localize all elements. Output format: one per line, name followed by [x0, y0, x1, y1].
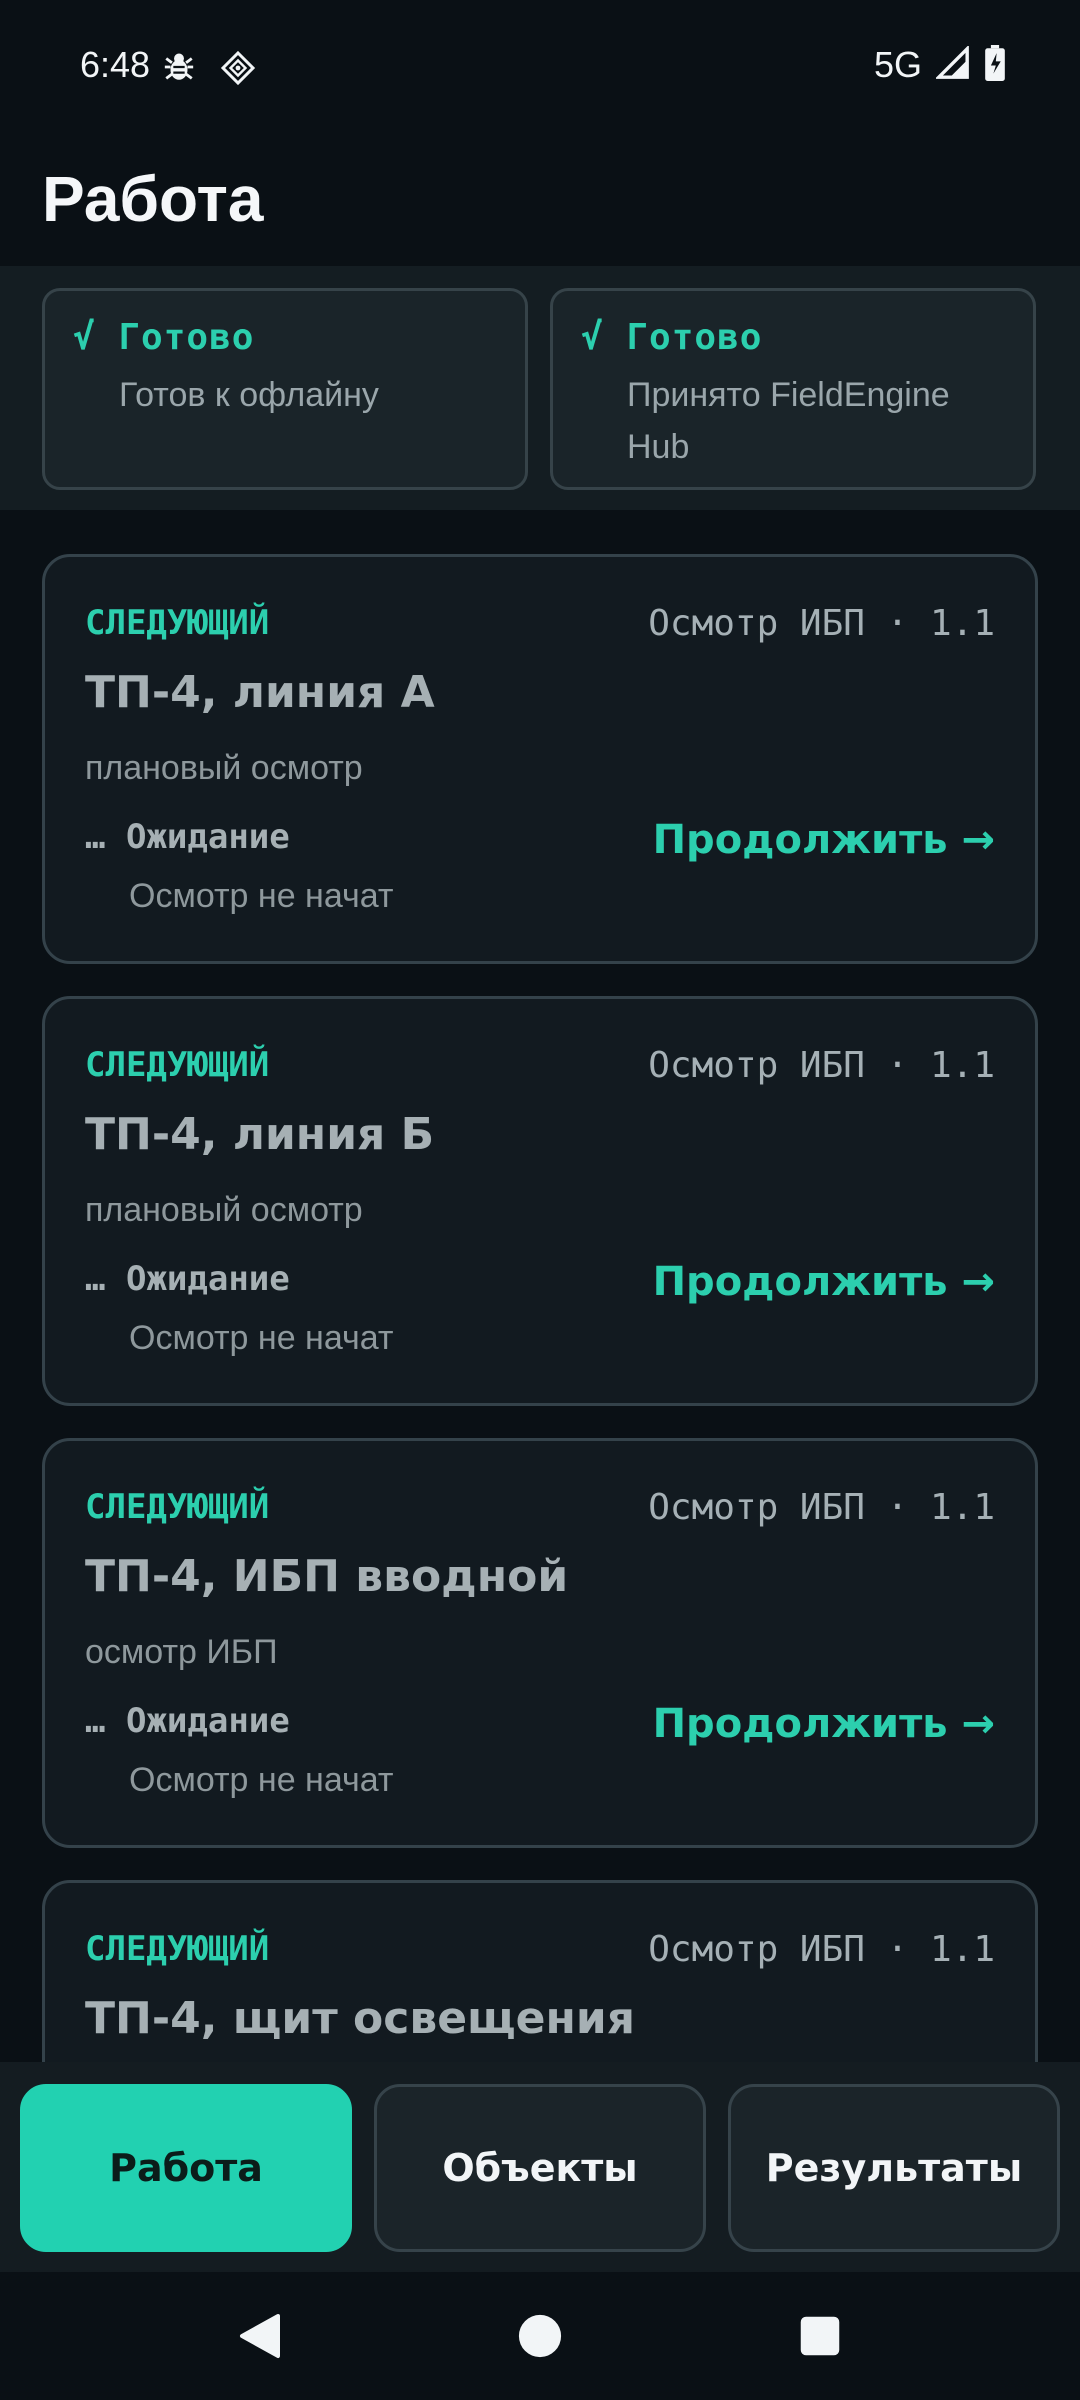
task-card[interactable]: СЛЕДУЮЩИЙ Осмотр ИБП · 1.1 ТП-4, линия А… [42, 554, 1038, 964]
ellipsis-icon: … [85, 1259, 106, 1299]
task-status-text: Осмотр не начат [129, 877, 394, 915]
status-time: 6:48 [80, 44, 151, 85]
task-form: Осмотр ИБП · 1.1 [648, 1487, 995, 1528]
task-form: Осмотр ИБП · 1.1 [648, 1929, 995, 1970]
status-right: 5G [874, 44, 1006, 86]
task-card[interactable]: СЛЕДУЮЩИЙ Осмотр ИБП · 1.1 ТП-4, ИБП вво… [42, 1438, 1038, 1848]
task-form: Осмотр ИБП · 1.1 [648, 603, 995, 644]
task-form: Осмотр ИБП · 1.1 [648, 1045, 995, 1086]
bottom-tab-bar: Работа Объекты Результаты [0, 2062, 1080, 2272]
readiness-strip: √ Готово Готов к офлайну √ Готово Принят… [0, 266, 1080, 510]
task-subtitle: плановый осмотр [85, 1191, 363, 1229]
tab-objects[interactable]: Объекты [374, 2084, 706, 2252]
task-title: ТП-4, линия А [85, 667, 435, 718]
task-tag: СЛЕДУЮЩИЙ [85, 1929, 270, 1969]
ready-description: Принято FieldEngine Hub [627, 376, 950, 466]
ellipsis-icon: … [85, 817, 106, 857]
check-icon: √ [581, 317, 604, 358]
task-subtitle: плановый осмотр [85, 749, 363, 787]
battery-charging-icon [984, 45, 1006, 85]
task-card[interactable]: СЛЕДУЮЩИЙ Осмотр ИБП · 1.1 ТП-4, линия Б… [42, 996, 1038, 1406]
continue-button[interactable]: Продолжить → [653, 1259, 995, 1305]
task-title: ТП-4, ИБП вводной [85, 1551, 569, 1602]
task-tag: СЛЕДУЮЩИЙ [85, 1487, 270, 1527]
recents-icon[interactable] [760, 2272, 880, 2400]
check-icon: √ [73, 317, 96, 358]
task-card[interactable]: СЛЕДУЮЩИЙ Осмотр ИБП · 1.1 ТП-4, щит осв… [42, 1880, 1038, 2062]
bug-icon [162, 50, 196, 84]
tab-results[interactable]: Результаты [728, 2084, 1060, 2252]
tab-work[interactable]: Работа [20, 2084, 352, 2252]
task-list[interactable]: СЛЕДУЮЩИЙ Осмотр ИБП · 1.1 ТП-4, линия А… [0, 510, 1080, 2062]
task-title: ТП-4, линия Б [85, 1109, 435, 1160]
status-bar: 6:48 5G [0, 0, 1080, 136]
task-tag: СЛЕДУЮЩИЙ [85, 1045, 270, 1085]
task-status-text: Осмотр не начат [129, 1761, 394, 1799]
task-status: … Ожидание [85, 817, 290, 857]
ready-description: Готов к офлайну [119, 376, 379, 414]
task-subtitle: осмотр ИБП [85, 1633, 278, 1671]
home-icon[interactable] [480, 2272, 600, 2400]
back-icon[interactable] [200, 2272, 320, 2400]
system-nav-bar [0, 2272, 1080, 2400]
continue-button[interactable]: Продолжить → [653, 817, 995, 863]
task-status: … Ожидание [85, 1259, 290, 1299]
task-title: ТП-4, щит освещения [85, 1993, 635, 2044]
task-tag: СЛЕДУЮЩИЙ [85, 603, 270, 643]
network-type: 5G [873, 44, 922, 85]
offline-ready-card: √ Готово Готов к офлайну [42, 288, 528, 490]
continue-button[interactable]: Продолжить → [653, 1701, 995, 1747]
task-status: … Ожидание [85, 1701, 290, 1741]
signal-icon [934, 44, 970, 84]
ready-status: √ Готово [73, 317, 255, 358]
task-status-text: Осмотр не начат [129, 1319, 394, 1357]
ready-status: √ Готово [581, 317, 763, 358]
ellipsis-icon: … [85, 1701, 106, 1741]
page-title: Работа [42, 163, 264, 235]
diamond-grid-icon [220, 50, 256, 86]
hub-accepted-card: √ Готово Принято FieldEngine Hub [550, 288, 1036, 490]
